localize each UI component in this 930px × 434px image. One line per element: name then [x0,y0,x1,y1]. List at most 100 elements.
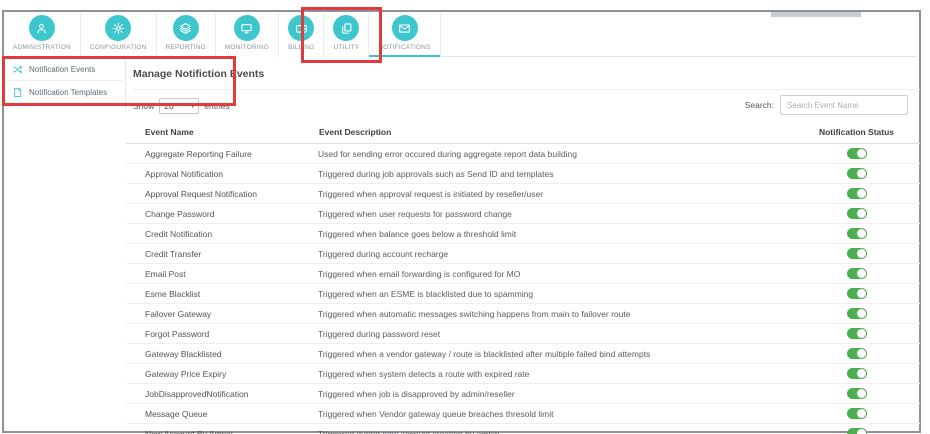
event-name-cell: Failover Gateway [126,303,318,324]
nav-tab-label: ADMINISTRATION [13,44,71,51]
event-name-cell: Message Queue [126,403,318,424]
toggle-knob [857,389,866,399]
event-name-cell: Email Post [126,263,318,284]
event-name-cell: Gateway Blacklisted [126,343,318,364]
top-nav: ADMINISTRATION CONFIGURATION REPORTING M… [4,13,441,57]
notification-toggle[interactable] [847,188,867,200]
event-name-cell: Approval Request Notification [126,183,318,204]
event-description-cell: Triggered during password reset [318,323,794,344]
shuffle-icon [12,64,23,75]
table-row: Approval Request Notification Triggered … [126,183,920,204]
notification-toggle[interactable] [847,388,867,400]
toggle-knob [857,189,866,199]
chevron-down-icon: ▾ [190,102,195,110]
event-description-cell: Triggered when Vendor gateway queue brea… [318,403,794,424]
event-description-cell: Triggered when user requests for passwor… [318,203,794,224]
toggle-knob [857,309,866,319]
table-row: Gateway Price Expiry Triggered when syst… [126,363,920,384]
event-description-cell: Triggered when email forwarding is confi… [318,263,794,284]
column-header-event-description: Event Description [318,121,794,144]
sidebar-item-notification-templates[interactable]: Notification Templates [4,81,123,104]
sidebar: Notification Events Notification Templat… [4,58,123,104]
nav-tab-billing[interactable]: BILLING [279,13,325,57]
toggle-knob [857,249,866,259]
nav-tab-notifications[interactable]: NOTIFICATIONS [369,13,441,57]
event-description-cell: Used for sending error occured during ag… [318,143,794,164]
event-name-cell: Gateway Price Expiry [126,363,318,384]
scrollbar-fragment [771,12,861,17]
notification-status-cell [794,303,920,324]
notification-toggle[interactable] [847,228,867,240]
event-description-cell: Triggered during job approvals such as S… [318,163,794,184]
event-description-cell: Triggered when an ESME is blacklisted du… [318,283,794,304]
entries-select[interactable]: 20 ▾ [159,98,200,114]
nav-tab-label: BILLING [288,44,315,51]
event-name-cell: Esme Blacklist [126,283,318,304]
nav-tab-label: MONITORING [224,44,270,51]
table-row: Message Queue Triggered when Vendor gate… [126,403,920,424]
notification-toggle[interactable] [847,408,867,420]
notification-toggle[interactable] [847,268,867,280]
toggle-knob [857,429,866,434]
nav-tab-configuration[interactable]: CONFIGURATION [81,13,157,57]
toggle-knob [857,349,866,359]
notification-toggle[interactable] [847,428,867,434]
envelope-icon [391,15,418,41]
nav-tab-utility[interactable]: UTILITY [324,13,370,57]
notification-status-cell [794,363,920,384]
notification-toggle[interactable] [847,288,867,300]
table-row: Gateway Blacklisted Triggered when a ven… [126,343,920,364]
nav-tab-label: REPORTING [165,44,206,51]
table-row: Credit Notification Triggered when balan… [126,223,920,244]
notification-status-cell [794,143,920,164]
event-description-cell: Triggered during account recharge [318,243,794,264]
events-table: Event Name Event Description Notification … [126,121,920,434]
user-icon [28,15,55,41]
toggle-knob [857,369,866,379]
search-input[interactable] [780,95,908,115]
event-name-cell: New Account By Admin [126,423,318,434]
notification-toggle[interactable] [847,208,867,220]
notification-toggle[interactable] [847,148,867,160]
table-row: Approval Notification Triggered during j… [126,163,920,184]
event-name-cell: Approval Notification [126,163,318,184]
sidebar-item-notification-events[interactable]: Notification Events [4,58,123,81]
notification-toggle[interactable] [847,308,867,320]
toggle-knob [857,209,866,219]
table-row: New Account By Admin Triggered during ne… [126,423,920,434]
nav-tab-monitoring[interactable]: MONITORING [216,13,280,57]
notification-status-cell [794,423,920,434]
event-description-cell: Triggered when balance goes below a thre… [318,223,794,244]
event-description-cell: Triggered when approval request is initi… [318,183,794,204]
column-header-event-name: Event Name [126,121,318,144]
file-icon [12,87,23,98]
notification-toggle[interactable] [847,348,867,360]
notification-status-cell [794,243,920,264]
event-name-cell: Credit Notification [126,223,318,244]
notification-toggle[interactable] [847,328,867,340]
table-row: Esme Blacklist Triggered when an ESME is… [126,283,920,304]
entries-label: entries [204,101,230,111]
notification-toggle[interactable] [847,368,867,380]
toggle-knob [857,169,866,179]
table-row: Forgot Password Triggered during passwor… [126,323,920,344]
event-description-cell: Triggered when a vendor gateway / route … [318,343,794,364]
nav-tab-label: UTILITY [333,44,360,51]
layers-icon [172,15,199,41]
notification-toggle[interactable] [847,248,867,260]
table-row: Failover Gateway Triggered when automati… [126,303,920,324]
nav-tab-label: CONFIGURATION [89,44,147,51]
notification-status-cell [794,343,920,364]
nav-tab-reporting[interactable]: REPORTING [157,13,216,57]
table-row: Credit Transfer Triggered during account… [126,243,920,264]
table-row: Change Password Triggered when user requ… [126,203,920,224]
wallet-icon [288,15,315,41]
notification-toggle[interactable] [847,168,867,180]
event-description-cell: Triggered during new account creation by… [318,423,794,434]
app-window: ADMINISTRATION CONFIGURATION REPORTING M… [0,0,930,434]
notification-status-cell [794,263,920,284]
monitor-icon [233,15,260,41]
nav-tab-administration[interactable]: ADMINISTRATION [4,13,81,57]
event-name-cell: Credit Transfer [126,243,318,264]
entries-select-value: 20 [164,101,174,111]
